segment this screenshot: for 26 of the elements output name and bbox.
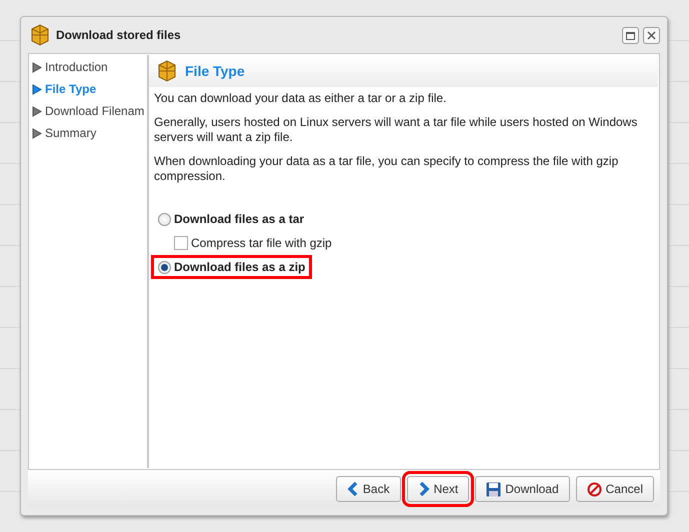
radio-button[interactable] <box>158 260 171 274</box>
option-label: Compress tar file with gzip <box>191 235 332 252</box>
paragraph-text: Generally, users hosted on Linux servers will want a tar file while users hosted on Windows servers will want a zip file. <box>154 115 638 145</box>
sidebar-item[interactable]: Introduction <box>30 56 147 78</box>
option-label: Download files as a zip <box>174 259 306 276</box>
option-label: Download files as a tar <box>174 211 304 228</box>
triangle-icon <box>32 106 42 116</box>
right-chevron-icon <box>418 482 430 496</box>
left-chevron-icon <box>346 482 359 496</box>
sidebar-item[interactable]: Download Filenam <box>30 100 147 122</box>
maximize-icon <box>626 30 635 40</box>
checkbox[interactable] <box>174 236 188 250</box>
triangle-icon <box>32 84 42 94</box>
triangle-icon <box>32 128 42 138</box>
sidebar-item[interactable]: File Type <box>30 78 147 100</box>
window-title: Download stored files <box>56 27 181 44</box>
paragraph-text: When downloading your data as a tar file, you can specify to compress the file with gzip compression. <box>154 154 620 184</box>
paragraph-text: You can download your data as either a tar or a zip file. <box>154 91 448 106</box>
prohibited-icon <box>586 482 602 496</box>
close-button[interactable] <box>643 26 660 44</box>
triangle-icon <box>32 62 42 72</box>
close-icon <box>647 30 656 40</box>
radio-button[interactable] <box>158 212 171 226</box>
panel-title: File Type <box>185 62 245 81</box>
maximize-button[interactable] <box>622 26 639 44</box>
sidebar-item[interactable]: Summary <box>30 122 147 144</box>
